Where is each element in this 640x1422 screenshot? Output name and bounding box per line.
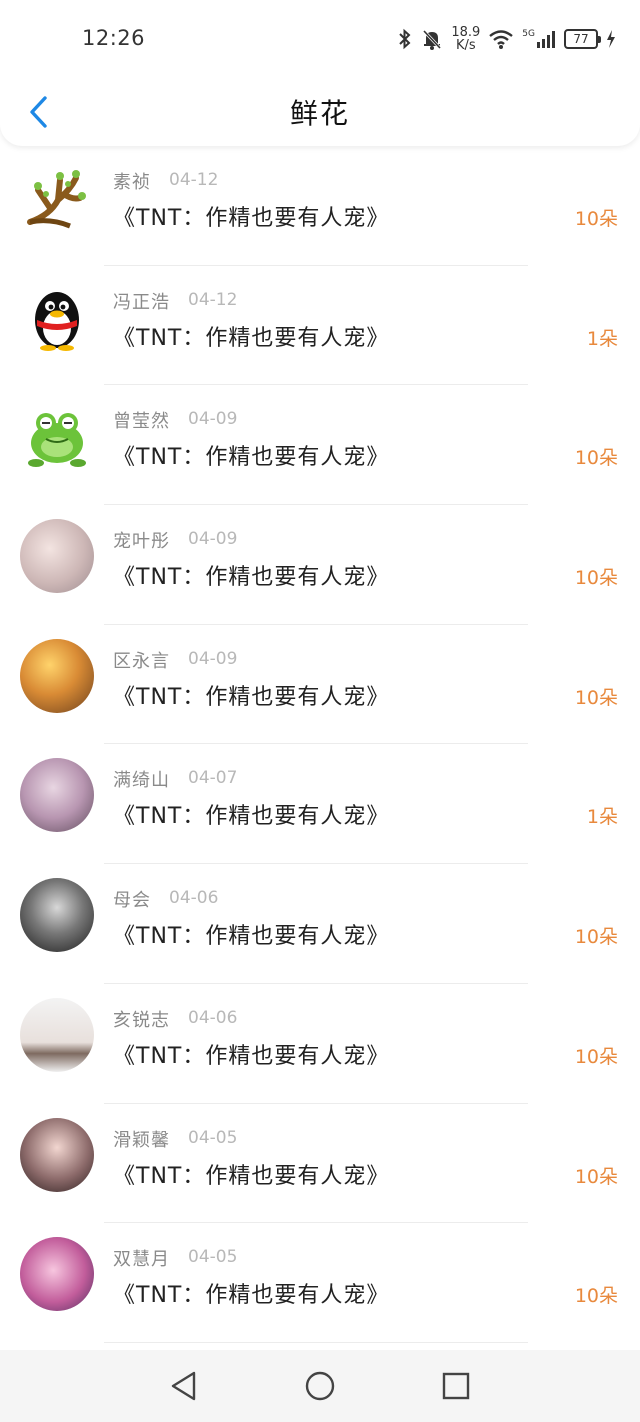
- flower-count: 10朵: [574, 1045, 618, 1068]
- triangle-back-icon: [171, 1371, 196, 1401]
- circle-home-icon: [305, 1371, 335, 1401]
- user-avatar[interactable]: [20, 638, 94, 713]
- system-navigation-bar: [0, 1350, 640, 1422]
- book-title: 《TNT：作精也要有人宠》: [113, 924, 390, 950]
- user-avatar[interactable]: [20, 280, 94, 354]
- signal-label: 5G: [522, 29, 535, 39]
- status-time: 12:26: [82, 26, 146, 50]
- list-item[interactable]: 宠叶彤 04-09 《TNT：作精也要有人宠》 10朵: [0, 505, 640, 625]
- book-title: 《TNT：作精也要有人宠》: [113, 1163, 390, 1189]
- user-avatar[interactable]: [20, 519, 94, 594]
- book-title: 《TNT：作精也要有人宠》: [113, 684, 390, 710]
- user-avatar[interactable]: [20, 1237, 94, 1312]
- user-name: 双慧月: [113, 1249, 170, 1271]
- user-avatar[interactable]: [20, 1117, 94, 1192]
- list-item[interactable]: 滑颖馨 04-05 《TNT：作精也要有人宠》 10朵: [0, 1104, 640, 1224]
- net-speed: 18.9 K/s: [451, 26, 480, 52]
- list-item[interactable]: 冯正浩 04-12 《TNT：作精也要有人宠》 1朵: [0, 266, 640, 386]
- list-item[interactable]: 曾莹然 04-09 《TNT：作精也要有人宠》 10朵: [0, 385, 640, 506]
- navigation-bar: 鲜花: [0, 78, 640, 146]
- flower-count: 10朵: [574, 208, 618, 230]
- wifi-icon: [488, 28, 514, 50]
- gift-date: 04-12: [188, 289, 238, 310]
- square-recents-icon: [442, 1372, 470, 1400]
- cellular-signal-icon: 5G: [522, 29, 556, 49]
- list-item[interactable]: 亥锐志 04-06 《TNT：作精也要有人宠》 10朵: [0, 984, 640, 1104]
- gift-date: 04-06: [188, 1007, 238, 1028]
- list-item[interactable]: 双慧月 04-05 《TNT：作精也要有人宠》 10朵: [0, 1223, 640, 1343]
- gift-date: 04-07: [188, 768, 238, 789]
- user-name: 满绮山: [113, 770, 170, 792]
- battery-indicator: 77: [564, 29, 601, 49]
- list-item[interactable]: 素祯 04-12 《TNT：作精也要有人宠》 10朵: [0, 146, 640, 266]
- gift-date: 04-05: [188, 1127, 238, 1148]
- bluetooth-icon: [397, 28, 413, 50]
- list-item[interactable]: 满绮山 04-07 《TNT：作精也要有人宠》 1朵: [0, 744, 640, 865]
- book-title: 《TNT：作精也要有人宠》: [113, 565, 390, 591]
- system-recents-button[interactable]: [434, 1364, 478, 1408]
- flower-count: 1朵: [586, 806, 618, 829]
- status-icons: 18.9 K/s 5G 77: [397, 24, 616, 54]
- flower-count: 10朵: [574, 1165, 618, 1188]
- book-title: 《TNT：作精也要有人宠》: [113, 206, 390, 231]
- flower-count: 10朵: [574, 686, 618, 709]
- gift-date: 04-05: [188, 1247, 238, 1268]
- user-name: 区永言: [113, 650, 170, 672]
- list-item[interactable]: 母会 04-06 《TNT：作精也要有人宠》 10朵: [0, 864, 640, 984]
- user-avatar[interactable]: [20, 758, 94, 833]
- user-avatar[interactable]: [20, 997, 94, 1072]
- status-bar: 12:26 18.9 K/s 5G 77: [0, 0, 640, 78]
- user-name: 冯正浩: [113, 291, 170, 313]
- charging-bolt-icon: [606, 30, 616, 48]
- list-item[interactable]: 区永言 04-09 《TNT：作精也要有人宠》 10朵: [0, 625, 640, 745]
- user-name: 亥锐志: [113, 1009, 170, 1031]
- gift-date: 04-09: [188, 529, 238, 550]
- flower-list: 素祯 04-12 《TNT：作精也要有人宠》 10朵 冯正浩 04-12 《TNT：作精也要…: [0, 146, 640, 1343]
- battery-level: 77: [573, 32, 589, 46]
- flower-count: 10朵: [574, 447, 618, 470]
- flower-count: 10朵: [574, 1285, 618, 1308]
- gift-date: 04-12: [169, 170, 219, 190]
- flower-count: 10朵: [574, 567, 618, 590]
- system-home-button[interactable]: [298, 1364, 342, 1408]
- book-title: 《TNT：作精也要有人宠》: [113, 445, 390, 471]
- book-title: 《TNT：作精也要有人宠》: [113, 804, 390, 830]
- flower-count: 1朵: [586, 327, 618, 350]
- app-header: 12:26 18.9 K/s 5G 77 鲜花: [0, 0, 640, 146]
- book-title: 《TNT：作精也要有人宠》: [113, 325, 390, 351]
- net-speed-unit: K/s: [455, 38, 476, 53]
- user-name: 素祯: [113, 172, 151, 193]
- gift-date: 04-09: [188, 409, 238, 430]
- book-title: 《TNT：作精也要有人宠》: [113, 1283, 390, 1309]
- row-divider: [104, 1341, 528, 1343]
- user-name: 母会: [113, 890, 151, 912]
- flower-count: 10朵: [574, 926, 618, 949]
- system-back-button[interactable]: [162, 1364, 206, 1408]
- page-title: 鲜花: [289, 97, 350, 130]
- mute-bell-icon: [421, 28, 443, 50]
- user-avatar[interactable]: [20, 878, 94, 953]
- user-avatar[interactable]: [20, 399, 94, 473]
- gift-date: 04-06: [169, 888, 219, 909]
- user-name: 曾莹然: [113, 411, 170, 433]
- book-title: 《TNT：作精也要有人宠》: [113, 1043, 390, 1069]
- gift-date: 04-09: [188, 648, 238, 669]
- user-name: 宠叶彤: [113, 531, 170, 553]
- user-avatar[interactable]: [20, 160, 94, 234]
- user-name: 滑颖馨: [113, 1129, 170, 1151]
